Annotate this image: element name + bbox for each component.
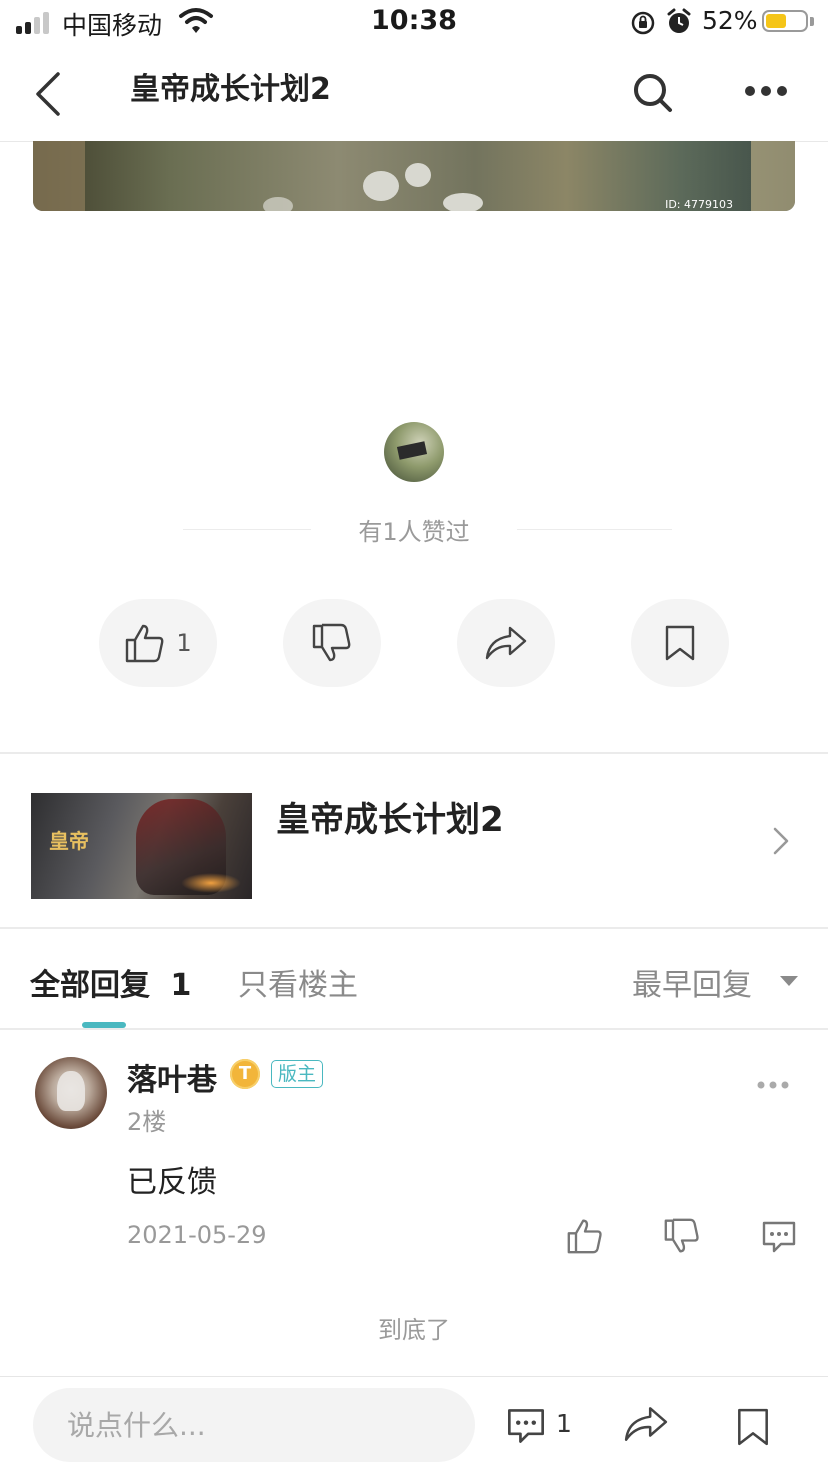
battery-tip xyxy=(810,17,814,26)
sort-dropdown[interactable]: 最早回复 xyxy=(632,960,752,1004)
thumbs-up-icon[interactable] xyxy=(566,1218,604,1254)
thumbs-down-icon[interactable] xyxy=(663,1218,701,1254)
image-id-label: ID: 4779103 xyxy=(665,198,733,211)
tab-op-only[interactable]: 只看楼主 xyxy=(238,960,358,1004)
likes-summary: 有1人赞过 xyxy=(358,518,470,546)
reply-date: 2021-05-29 xyxy=(127,1221,267,1249)
section-divider xyxy=(0,1028,828,1030)
post-image[interactable]: ID: 4779103 xyxy=(33,141,795,211)
battery-percentage: 52% xyxy=(702,6,758,35)
more-horizontal-icon[interactable] xyxy=(756,1080,790,1090)
comment-icon[interactable] xyxy=(506,1407,546,1445)
game-cover-logo: 皇帝 xyxy=(49,829,89,853)
thumbs-down-icon xyxy=(312,623,351,662)
tab-all-label: 全部回复 xyxy=(30,968,150,1003)
comment-count: 1 xyxy=(556,1409,572,1438)
reply-floor: 2楼 xyxy=(127,1108,167,1136)
more-horizontal-icon[interactable] xyxy=(742,76,790,106)
section-divider xyxy=(0,927,828,929)
like-button[interactable]: 1 xyxy=(99,599,217,687)
tab-all-count: 1 xyxy=(170,968,192,1003)
reply-author-avatar[interactable] xyxy=(35,1057,107,1129)
like-count: 1 xyxy=(176,629,192,657)
end-of-list-text: 到底了 xyxy=(378,1316,450,1344)
bookmark-button[interactable] xyxy=(631,599,729,687)
chevron-right-icon[interactable] xyxy=(770,826,792,856)
reply-author-name[interactable]: 落叶巷 xyxy=(127,1055,217,1099)
chevron-down-icon[interactable] xyxy=(780,976,798,986)
comment-input[interactable] xyxy=(33,1388,475,1462)
game-title[interactable]: 皇帝成长计划2 xyxy=(276,792,504,841)
moderator-badge: 版主 xyxy=(271,1060,324,1088)
battery-icon xyxy=(762,10,808,32)
thumbs-up-icon xyxy=(126,624,164,663)
share-icon[interactable] xyxy=(623,1405,669,1443)
rotation-lock-icon xyxy=(631,11,655,35)
search-icon[interactable] xyxy=(630,70,676,116)
page-title: 皇帝成长计划2 xyxy=(130,72,331,107)
navigation-bar: 皇帝成长计划2 xyxy=(0,46,828,142)
bookmark-icon xyxy=(665,625,695,661)
tab-all-replies[interactable]: 全部回复 1 xyxy=(30,960,191,1004)
dislike-button[interactable] xyxy=(283,599,381,687)
alarm-icon xyxy=(667,8,691,33)
level-badge: T xyxy=(230,1059,260,1089)
game-cover-image[interactable]: 皇帝 xyxy=(31,793,252,899)
bookmark-icon[interactable] xyxy=(736,1407,770,1447)
status-bar: 中国移动 10:38 52% xyxy=(0,0,828,46)
comment-icon[interactable] xyxy=(761,1220,797,1254)
reply-content: 已反馈 xyxy=(127,1165,217,1200)
back-arrow-icon[interactable] xyxy=(28,68,72,120)
bottom-action-bar: 1 xyxy=(0,1376,828,1474)
share-icon xyxy=(485,626,527,660)
liker-avatar[interactable] xyxy=(384,422,444,482)
share-button[interactable] xyxy=(457,599,555,687)
